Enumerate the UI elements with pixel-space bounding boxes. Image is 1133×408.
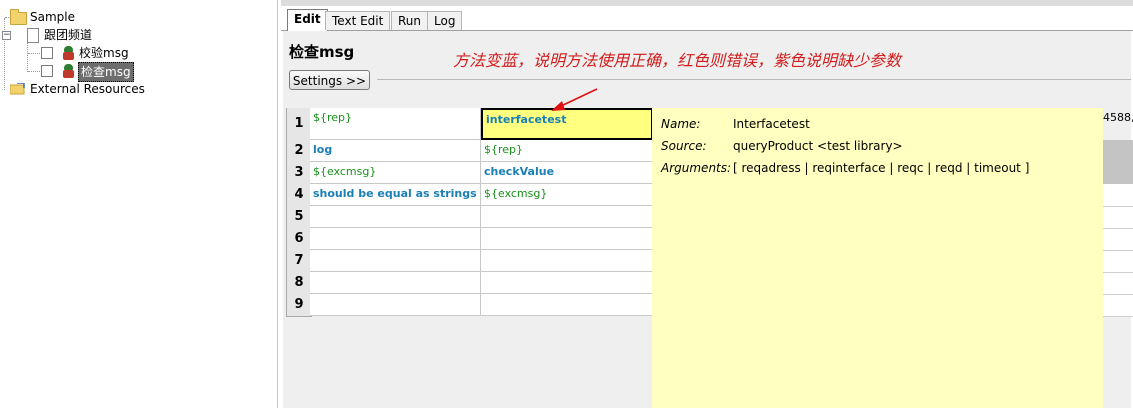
tooltip-arguments-label: Arguments:	[661, 161, 732, 175]
tree-item-label-selected: 检查msg	[78, 62, 134, 82]
tree-item-label: External Resources	[30, 82, 145, 96]
grid-cell[interactable]	[481, 206, 653, 228]
overflow-cell-gray	[1103, 140, 1133, 184]
grid-row-line	[1103, 250, 1133, 251]
row-number[interactable]: 4	[286, 184, 312, 207]
tooltip-name-value: Interfacetest	[733, 117, 810, 131]
grid-row-line	[1103, 316, 1133, 317]
settings-divider	[377, 79, 1131, 80]
grid-cell[interactable]	[481, 228, 653, 250]
row-number[interactable]: 8	[286, 272, 312, 295]
annotation-text: 方法变蓝，说明方法使用正确，红色则错误，紫色说明缺少参数	[453, 51, 902, 70]
grid-cell[interactable]	[481, 272, 653, 294]
grid-cell[interactable]: log	[310, 140, 481, 162]
tree-guide-line	[28, 71, 40, 72]
page-title: 检查msg	[289, 43, 355, 61]
grid-cell[interactable]: checkValue	[481, 162, 653, 184]
grid-cell[interactable]: ${rep}	[481, 140, 653, 162]
tree-guide-line	[28, 53, 40, 54]
grid-cell[interactable]	[310, 228, 481, 250]
grid-cell[interactable]	[481, 294, 653, 316]
tab-run[interactable]: Run	[391, 11, 429, 30]
tooltip-source-value: queryProduct <test library>	[733, 139, 903, 153]
test-checkbox[interactable]	[41, 65, 53, 77]
row-number[interactable]: 1	[286, 108, 312, 141]
grid-cell[interactable]	[310, 294, 481, 316]
folder-icon	[10, 9, 27, 25]
robot-test-icon	[62, 64, 75, 78]
grid-cell[interactable]	[310, 250, 481, 272]
row-number[interactable]: 9	[286, 294, 312, 317]
settings-button[interactable]: Settings >>	[289, 70, 370, 90]
test-checkbox[interactable]	[41, 47, 53, 59]
tooltip-arguments-value: [ reqadress | reqinterface | reqc | reqd…	[733, 161, 1030, 175]
tab-text-edit[interactable]: Text Edit	[325, 11, 391, 30]
grid-cell[interactable]	[481, 250, 653, 272]
tooltip-source-label: Source:	[661, 139, 707, 153]
tree-item-label: 校验msg	[79, 46, 129, 60]
grid-row-line	[1103, 228, 1133, 229]
red-arrow-annotation	[551, 88, 598, 111]
tab-bar: Edit Text Edit Run Log	[281, 8, 1133, 31]
grid-cell[interactable]: should be equal as strings	[310, 184, 481, 206]
grid-cell[interactable]: ${excmsg}	[310, 162, 481, 184]
external-resources-icon	[10, 83, 25, 95]
tooltip-name-label: Name:	[661, 117, 701, 131]
grid-row-line	[1103, 272, 1133, 273]
row-number[interactable]: 7	[286, 250, 312, 273]
tree-guide-line	[4, 18, 5, 90]
grid-cell[interactable]	[310, 272, 481, 294]
robot-test-icon	[62, 46, 75, 60]
tree-guide-line	[27, 38, 28, 72]
tree-item-label: 跟团频道	[44, 28, 93, 42]
overflow-cell-text: 4588,"	[1103, 111, 1133, 124]
collapse-icon[interactable]: −	[2, 31, 11, 40]
row-number[interactable]: 6	[286, 228, 312, 251]
grid-cell[interactable]: ${excmsg}	[481, 184, 653, 206]
grid-row-line	[1103, 294, 1133, 295]
row-number[interactable]: 5	[286, 206, 312, 229]
tree-item-label: Sample	[30, 10, 75, 24]
tab-edit[interactable]: Edit	[287, 9, 328, 31]
top-strip	[281, 0, 1133, 6]
grid-cell[interactable]	[310, 206, 481, 228]
grid-cell[interactable]: ${rep}	[310, 108, 481, 140]
page-icon	[27, 28, 39, 43]
project-tree: Sample − 跟团频道 校验msg 检查msg External Resou…	[0, 0, 278, 408]
keyword-tooltip: Name: Interfacetest Source: queryProduct…	[652, 108, 1103, 408]
tab-log[interactable]: Log	[427, 11, 463, 30]
row-number[interactable]: 2	[286, 140, 312, 163]
grid-row-line	[1103, 206, 1133, 207]
row-number[interactable]: 3	[286, 162, 312, 185]
